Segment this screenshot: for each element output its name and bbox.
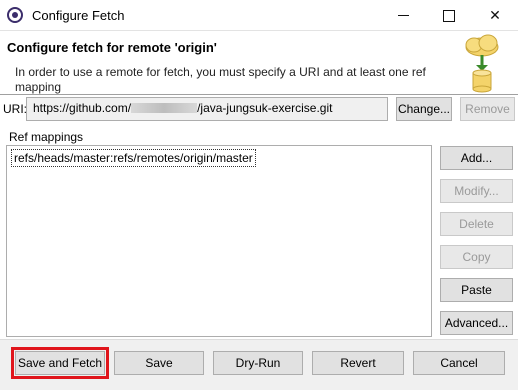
list-item[interactable]: refs/heads/master:refs/remotes/origin/ma…: [11, 149, 256, 167]
ref-mappings-label: Ref mappings: [9, 130, 84, 144]
window-title: Configure Fetch: [32, 8, 125, 23]
save-and-fetch-button[interactable]: Save and Fetch: [11, 347, 109, 379]
copy-button[interactable]: Copy: [440, 245, 513, 269]
header-message: In order to use a remote for fetch, you …: [15, 65, 426, 94]
close-button[interactable]: ✕: [472, 0, 518, 31]
uri-suffix: /java-jungsuk-exercise.git: [197, 101, 333, 115]
uri-prefix: https://github.com/: [33, 101, 132, 115]
uri-field[interactable]: https://github.com/ /java-jungsuk-exercis…: [26, 97, 388, 121]
eclipse-app-icon: [7, 7, 23, 23]
change-uri-button[interactable]: Change...: [396, 97, 452, 121]
maximize-button[interactable]: [426, 0, 472, 31]
header-title: Configure fetch for remote 'origin': [7, 40, 217, 55]
ref-mappings-list[interactable]: refs/heads/master:refs/remotes/origin/ma…: [6, 145, 432, 337]
revert-button[interactable]: Revert: [312, 351, 404, 375]
wizard-header: Configure fetch for remote 'origin' In o…: [0, 31, 518, 94]
add-button[interactable]: Add...: [440, 146, 513, 170]
redacted-username: [131, 103, 198, 113]
header-separator: [0, 94, 518, 95]
cancel-button[interactable]: Cancel: [413, 351, 505, 375]
advanced-button[interactable]: Advanced...: [440, 311, 513, 335]
paste-button[interactable]: Paste: [440, 278, 513, 302]
cloud-database-icon: [465, 34, 499, 93]
uri-label: URI:: [3, 102, 27, 116]
title-bar: Configure Fetch ✕: [0, 0, 518, 31]
modify-button[interactable]: Modify...: [440, 179, 513, 203]
remove-uri-button[interactable]: Remove: [460, 97, 515, 121]
delete-button[interactable]: Delete: [440, 212, 513, 236]
dry-run-button[interactable]: Dry-Run: [213, 351, 303, 375]
minimize-button[interactable]: [380, 0, 426, 31]
save-button[interactable]: Save: [114, 351, 204, 375]
